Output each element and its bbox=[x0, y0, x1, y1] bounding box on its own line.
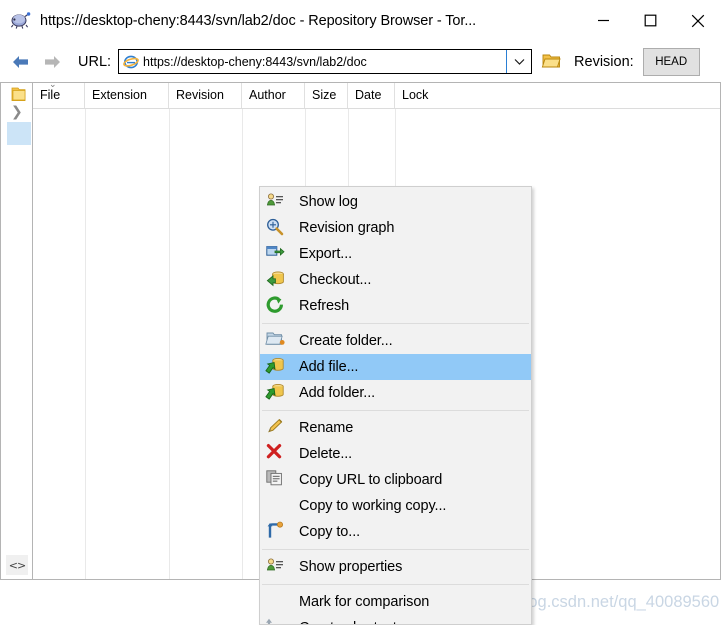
context-menu[interactable]: Show log Revision graph Export... Checkout.… bbox=[259, 186, 532, 625]
menu-item-checkout[interactable]: Checkout... bbox=[260, 267, 531, 293]
menu-item-label: Show properties bbox=[299, 559, 403, 575]
back-button[interactable] bbox=[8, 50, 34, 74]
column-header-size[interactable]: Size bbox=[305, 83, 348, 108]
menu-item-show-log[interactable]: Show log bbox=[260, 189, 531, 215]
copy-to-branch-icon bbox=[266, 521, 288, 542]
menu-separator bbox=[262, 410, 529, 411]
column-header-date[interactable]: Date bbox=[348, 83, 395, 108]
menu-item-label: Add folder... bbox=[299, 385, 376, 401]
close-button[interactable] bbox=[674, 0, 721, 41]
menu-item-label: Copy to... bbox=[299, 524, 361, 540]
url-label: URL: bbox=[78, 53, 112, 70]
refresh-icon bbox=[266, 296, 288, 316]
menu-item-rename[interactable]: Rename bbox=[260, 415, 531, 441]
open-folder-icon[interactable] bbox=[541, 51, 563, 73]
menu-item-refresh[interactable]: Refresh bbox=[260, 293, 531, 319]
menu-item-create-shortcut[interactable]: Create shortcut bbox=[260, 615, 531, 624]
menu-item-show-properties[interactable]: Show properties bbox=[260, 554, 531, 580]
add-folder-icon bbox=[265, 383, 288, 403]
menu-separator bbox=[262, 584, 529, 585]
sort-chevron-icon: ⌄ bbox=[49, 83, 57, 90]
pane-splitter-handle[interactable]: <> bbox=[6, 555, 28, 575]
forward-button[interactable] bbox=[39, 50, 65, 74]
column-header-row: File ⌄ Extension Revision Author Size Date Lock bbox=[33, 83, 720, 109]
menu-item-label: Checkout... bbox=[299, 272, 372, 288]
repository-browser-window: https://desktop-cheny:8443/svn/lab2/doc … bbox=[0, 0, 721, 625]
rename-pencil-icon bbox=[266, 418, 288, 438]
menu-item-create-folder[interactable]: Create folder... bbox=[260, 328, 531, 354]
window-controls bbox=[580, 0, 721, 41]
menu-item-copy-to[interactable]: Copy to... bbox=[260, 519, 531, 545]
menu-item-label: Rename bbox=[299, 420, 354, 436]
no-icon bbox=[266, 496, 288, 516]
add-file-icon bbox=[265, 357, 288, 377]
menu-item-mark-for-comparison[interactable]: Mark for comparison bbox=[260, 589, 531, 615]
url-combobox[interactable] bbox=[118, 49, 533, 74]
url-input[interactable] bbox=[139, 50, 507, 73]
revision-label: Revision: bbox=[574, 53, 634, 70]
menu-item-add-folder[interactable]: Add folder... bbox=[260, 380, 531, 406]
menu-separator bbox=[262, 323, 529, 324]
url-dropdown-button[interactable] bbox=[506, 50, 532, 73]
menu-item-label: Export... bbox=[299, 246, 353, 262]
menu-item-label: Copy to working copy... bbox=[299, 498, 447, 514]
folder-icon bbox=[10, 87, 27, 102]
column-header-file[interactable]: File ⌄ bbox=[33, 83, 85, 108]
revision-graph-icon bbox=[266, 218, 288, 238]
column-header-extension[interactable]: Extension bbox=[85, 83, 169, 108]
menu-item-label: Create shortcut bbox=[299, 620, 397, 624]
menu-item-label: Mark for comparison bbox=[299, 594, 430, 610]
column-header-label: Date bbox=[355, 88, 382, 102]
menu-item-delete[interactable]: Delete... bbox=[260, 441, 531, 467]
menu-item-export[interactable]: Export... bbox=[260, 241, 531, 267]
checkout-icon bbox=[266, 270, 288, 290]
menu-item-copy-url-to-clipboard[interactable]: Copy URL to clipboard bbox=[260, 467, 531, 493]
grid-column-divider bbox=[85, 109, 86, 579]
column-header-label: Lock bbox=[402, 88, 429, 102]
column-header-revision[interactable]: Revision bbox=[169, 83, 242, 108]
repository-tree-pane[interactable]: ❯ <> bbox=[0, 82, 32, 580]
create-shortcut-icon bbox=[266, 618, 288, 624]
column-header-label: Author bbox=[249, 88, 286, 102]
menu-item-add-file[interactable]: Add file... bbox=[260, 354, 531, 380]
url-toolbar: URL: Revision: HEAD bbox=[0, 41, 721, 82]
export-icon bbox=[266, 244, 288, 264]
menu-item-label: Show log bbox=[299, 194, 358, 210]
menu-item-label: Create folder... bbox=[299, 333, 393, 349]
column-header-label: Revision bbox=[176, 88, 224, 102]
menu-item-label: Add file... bbox=[299, 359, 359, 375]
menu-item-label: Revision graph bbox=[299, 220, 395, 236]
grid-column-divider bbox=[169, 109, 170, 579]
copy-clipboard-icon bbox=[266, 470, 288, 490]
column-header-author[interactable]: Author bbox=[242, 83, 305, 108]
revision-head-button[interactable]: HEAD bbox=[642, 47, 700, 76]
menu-item-label: Delete... bbox=[299, 446, 353, 462]
tortoise-svn-icon bbox=[9, 10, 31, 32]
window-title: https://desktop-cheny:8443/svn/lab2/doc … bbox=[40, 12, 477, 29]
grid-column-divider bbox=[242, 109, 243, 579]
chevron-right-icon[interactable]: ❯ bbox=[11, 105, 23, 119]
column-header-label: File bbox=[40, 88, 61, 102]
delete-x-icon bbox=[266, 444, 288, 464]
menu-item-label: Refresh bbox=[299, 298, 350, 314]
create-folder-icon bbox=[265, 331, 288, 351]
menu-separator bbox=[262, 549, 529, 550]
title-bar: https://desktop-cheny:8443/svn/lab2/doc … bbox=[0, 0, 721, 41]
menu-item-label: Copy URL to clipboard bbox=[299, 472, 443, 488]
column-header-label: Extension bbox=[92, 88, 147, 102]
no-icon bbox=[266, 592, 288, 612]
internet-explorer-icon bbox=[123, 54, 139, 70]
maximize-button[interactable] bbox=[627, 0, 674, 41]
menu-item-revision-graph[interactable]: Revision graph bbox=[260, 215, 531, 241]
show-log-icon bbox=[266, 192, 288, 212]
minimize-button[interactable] bbox=[580, 0, 627, 41]
tree-selected-item[interactable] bbox=[7, 122, 31, 145]
show-properties-icon bbox=[266, 557, 288, 577]
column-header-lock[interactable]: Lock bbox=[395, 83, 441, 108]
column-header-label: Size bbox=[312, 88, 337, 102]
menu-item-copy-to-working-copy[interactable]: Copy to working copy... bbox=[260, 493, 531, 519]
